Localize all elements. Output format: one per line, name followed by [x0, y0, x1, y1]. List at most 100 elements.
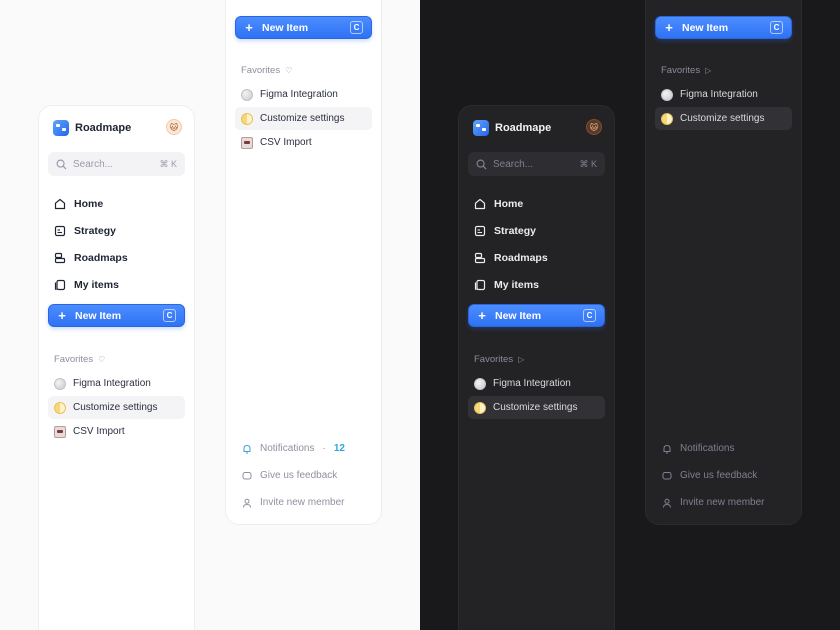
- invite-link[interactable]: Invite new member: [662, 489, 764, 516]
- settings-dot-icon: [241, 112, 253, 125]
- nav-label: Strategy: [494, 224, 537, 237]
- favorite-item-customize[interactable]: Customize settings: [48, 396, 185, 419]
- favorite-item-customize[interactable]: Customize settings: [468, 396, 605, 419]
- nav-item-strategy[interactable]: Strategy: [468, 217, 605, 244]
- favorite-label: Figma Integration: [493, 378, 571, 389]
- feedback-icon: [662, 471, 672, 481]
- favorite-item-csv[interactable]: CSV Import: [235, 131, 372, 154]
- notifications-label: Notifications: [260, 443, 315, 454]
- favorites-list: Figma Integration Customize settings: [655, 83, 792, 131]
- favorite-item-figma[interactable]: Figma Integration: [655, 83, 792, 106]
- nav-item-strategy[interactable]: Strategy: [48, 217, 185, 244]
- new-item-label: New Item: [682, 21, 729, 34]
- favorite-label: Customize settings: [73, 402, 158, 413]
- plus-icon: +: [245, 20, 253, 35]
- new-item-shortcut: C: [163, 309, 176, 322]
- nav-label: Strategy: [74, 224, 117, 237]
- favorite-item-customize[interactable]: Customize settings: [235, 107, 372, 130]
- nav-item-my-items[interactable]: My items: [468, 271, 605, 298]
- home-icon: [474, 198, 486, 210]
- nav-label: My items: [74, 278, 119, 291]
- feedback-icon: [242, 471, 252, 481]
- notifications-count: 12: [333, 443, 345, 454]
- roadmaps-icon: [54, 252, 66, 264]
- brand-name: Roadmape: [75, 122, 132, 134]
- settings-dot-icon: [54, 401, 66, 414]
- favorite-label: CSV Import: [73, 426, 125, 437]
- bell-icon: [242, 444, 252, 454]
- avatar[interactable]: 🐱: [166, 119, 182, 135]
- favorites-title: Favorites: [661, 65, 701, 76]
- notifications-link[interactable]: Notifications: [662, 435, 764, 462]
- favorites-title: Favorites: [241, 65, 281, 76]
- favorite-item-figma[interactable]: Figma Integration: [468, 372, 605, 395]
- new-item-shortcut: C: [350, 21, 363, 34]
- favorite-item-figma[interactable]: Figma Integration: [48, 372, 185, 395]
- heart-icon: ♡: [98, 355, 106, 364]
- feedback-link[interactable]: Give us feedback: [662, 462, 764, 489]
- favorites-title: Favorites: [54, 354, 94, 365]
- nav-item-roadmaps[interactable]: Roadmaps: [468, 244, 605, 271]
- favorites-header[interactable]: Favorites ♡: [241, 65, 292, 76]
- user-icon: [242, 498, 252, 508]
- main-nav: Home Strategy Roadmaps My items: [48, 190, 185, 298]
- search-placeholder: Search...: [493, 158, 534, 170]
- nav-item-my-items[interactable]: My items: [48, 271, 185, 298]
- notifications-link[interactable]: Notifications · 12: [242, 435, 345, 462]
- strategy-icon: [474, 225, 486, 237]
- favorites-header[interactable]: Favorites ▷: [661, 65, 711, 76]
- search-input[interactable]: Search... ⌘ K: [48, 152, 185, 176]
- invite-link[interactable]: Invite new member: [242, 489, 345, 516]
- bell-icon: [662, 444, 672, 454]
- sidebar-light-lower: + New Item C Favorites ♡ Figma Integrati…: [225, 0, 382, 525]
- new-item-shortcut: C: [770, 21, 783, 34]
- roadmape-logo-icon: [473, 120, 489, 136]
- favorite-item-csv[interactable]: CSV Import: [48, 420, 185, 443]
- play-icon: ▷: [705, 66, 712, 75]
- favorites-header[interactable]: Favorites ▷: [474, 354, 524, 365]
- sidebar-dark-lower: + New Item C Favorites ▷ Figma Integrati…: [645, 0, 802, 525]
- favorite-label: Customize settings: [260, 113, 345, 124]
- invite-label: Invite new member: [260, 497, 345, 508]
- user-icon: [662, 498, 672, 508]
- favorite-item-figma[interactable]: Figma Integration: [235, 83, 372, 106]
- favorite-label: Customize settings: [493, 402, 578, 413]
- my-items-icon: [54, 279, 66, 291]
- heart-icon: ♡: [285, 66, 293, 75]
- new-item-button[interactable]: + New Item C: [655, 16, 792, 39]
- sidebar-footer: Notifications Give us feedback Invite ne…: [662, 435, 764, 516]
- new-item-button[interactable]: + New Item C: [235, 16, 372, 39]
- figma-dot-icon: [661, 88, 673, 101]
- favorite-label: Figma Integration: [680, 89, 758, 100]
- nav-item-home[interactable]: Home: [468, 190, 605, 217]
- invite-label: Invite new member: [680, 497, 765, 508]
- main-nav: Home Strategy Roadmaps My items: [468, 190, 605, 298]
- search-input[interactable]: Search... ⌘ K: [468, 152, 605, 176]
- favorite-label: Customize settings: [680, 113, 765, 124]
- search-placeholder: Search...: [73, 158, 114, 170]
- figma-dot-icon: [474, 377, 486, 390]
- favorite-item-customize[interactable]: Customize settings: [655, 107, 792, 130]
- new-item-button[interactable]: + New Item C: [48, 304, 185, 327]
- brand[interactable]: Roadmape: [473, 119, 551, 137]
- new-item-button[interactable]: + New Item C: [468, 304, 605, 327]
- brand[interactable]: Roadmape: [53, 119, 131, 137]
- sidebar-footer: Notifications · 12 Give us feedback Invi…: [242, 435, 345, 516]
- feedback-link[interactable]: Give us feedback: [242, 462, 345, 489]
- brand-name: Roadmape: [495, 122, 552, 134]
- home-icon: [54, 198, 66, 210]
- my-items-icon: [474, 279, 486, 291]
- nav-label: Roadmaps: [74, 251, 128, 264]
- nav-label: Home: [494, 197, 524, 210]
- light-theme-area: Roadmape 🐱 Search... ⌘ K Home Strategy R…: [0, 0, 420, 630]
- search-shortcut: ⌘ K: [159, 158, 177, 169]
- nav-item-home[interactable]: Home: [48, 190, 185, 217]
- favorite-label: Figma Integration: [260, 89, 338, 100]
- new-item-shortcut: C: [583, 309, 596, 322]
- avatar[interactable]: 🐱: [586, 119, 602, 135]
- plus-icon: +: [665, 20, 673, 35]
- roadmaps-icon: [474, 252, 486, 264]
- strategy-icon: [54, 225, 66, 237]
- favorites-header[interactable]: Favorites ♡: [54, 354, 105, 365]
- nav-item-roadmaps[interactable]: Roadmaps: [48, 244, 185, 271]
